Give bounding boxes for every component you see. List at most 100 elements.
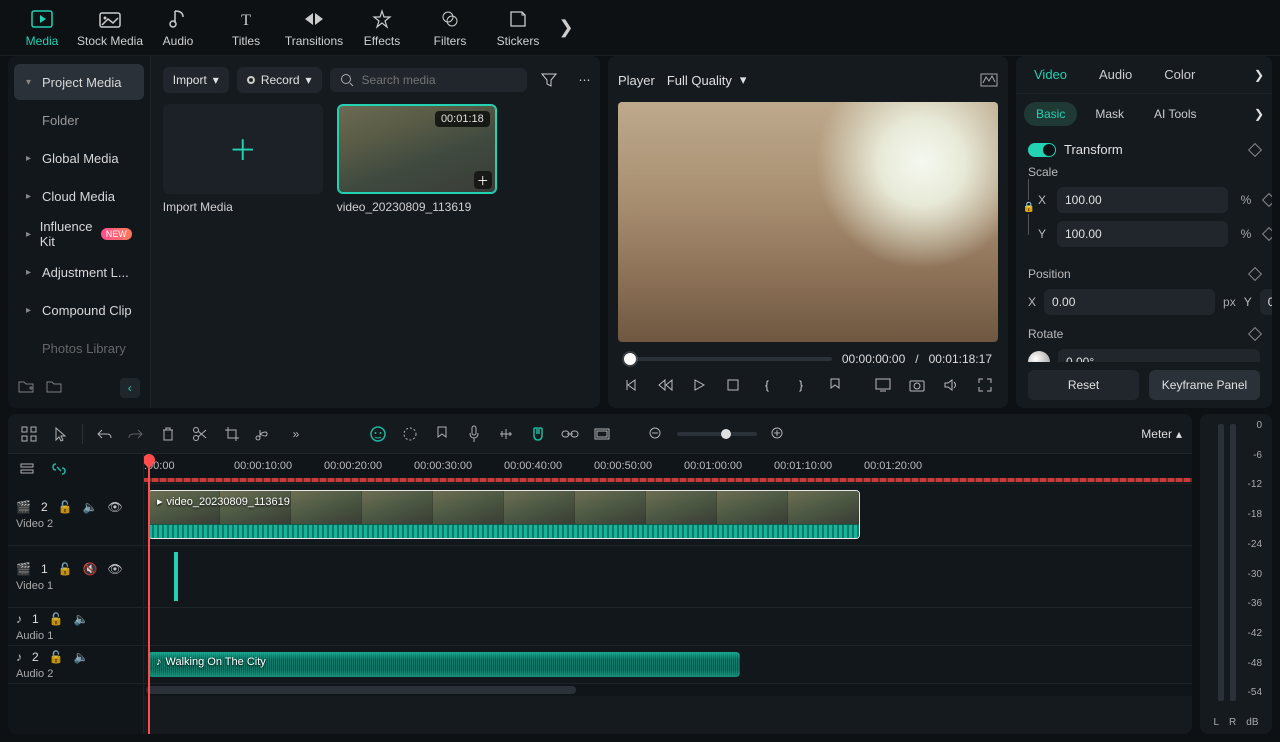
clip-audio[interactable]: ♪Walking On The City <box>148 652 740 677</box>
lock-icon[interactable]: 🔒 <box>1022 200 1036 214</box>
stop-icon[interactable] <box>724 376 742 394</box>
meter-toggle[interactable]: Meter ▴ <box>1141 427 1182 441</box>
scale-x-input[interactable] <box>1057 187 1228 213</box>
fullscreen-icon[interactable] <box>976 376 994 394</box>
tl-undo-icon[interactable] <box>93 423 115 445</box>
inspector-tabs-next-icon[interactable]: ❯ <box>1254 68 1264 82</box>
transform-toggle[interactable] <box>1028 143 1056 157</box>
sidebar-item-project-media[interactable]: ▾Project Media <box>14 64 144 100</box>
playhead[interactable] <box>148 454 150 734</box>
player-viewport[interactable] <box>618 102 998 342</box>
inspector-tab-color[interactable]: Color <box>1154 61 1205 88</box>
lock-open-icon[interactable]: 🔓 <box>49 612 64 626</box>
volume-icon[interactable] <box>942 376 960 394</box>
tab-stock-media[interactable]: Stock Media <box>76 0 144 56</box>
position-x-input[interactable] <box>1044 289 1215 315</box>
tab-audio[interactable]: Audio <box>144 0 212 56</box>
seek-bar[interactable] <box>624 357 832 361</box>
sidebar-item-global-media[interactable]: ▸Global Media <box>14 140 144 176</box>
keyframe-panel-button[interactable]: Keyframe Panel <box>1149 370 1260 400</box>
sidebar-item-photos-library[interactable]: Photos Library <box>14 330 144 366</box>
tab-media[interactable]: Media <box>8 0 76 56</box>
clip-marker[interactable] <box>174 552 178 601</box>
subtab-mask[interactable]: Mask <box>1083 102 1136 126</box>
mute-icon[interactable]: 🔈 <box>83 500 98 514</box>
prev-frame-icon[interactable] <box>622 376 640 394</box>
mute-icon[interactable]: 🔈 <box>74 612 89 626</box>
keyframe-diamond-icon[interactable] <box>1248 267 1262 281</box>
scope-icon[interactable] <box>980 73 998 87</box>
tl-stack-icon[interactable] <box>16 458 38 480</box>
tab-effects[interactable]: Effects <box>348 0 416 56</box>
subtab-basic[interactable]: Basic <box>1024 102 1077 126</box>
play-icon[interactable] <box>690 376 708 394</box>
zoom-slider[interactable] <box>677 432 757 436</box>
record-dropdown[interactable]: Record▾ <box>237 67 322 93</box>
timeline-scrollbar[interactable] <box>144 684 1192 696</box>
add-clip-icon[interactable]: ＋ <box>474 171 492 189</box>
scale-y-input[interactable] <box>1057 221 1228 247</box>
subtabs-next-icon[interactable]: ❯ <box>1254 107 1264 121</box>
sidebar-item-cloud-media[interactable]: ▸Cloud Media <box>14 178 144 214</box>
lock-open-icon[interactable]: 🔓 <box>58 562 73 576</box>
tl-link-icon[interactable] <box>559 423 581 445</box>
sidebar-item-compound-clip[interactable]: ▸Compound Clip <box>14 292 144 328</box>
track-head-video1[interactable]: 🎬1🔓🔇👁 Video 1 <box>8 546 143 608</box>
sidebar-item-folder[interactable]: Folder <box>14 102 144 138</box>
display-icon[interactable] <box>874 376 892 394</box>
top-tabs-next-icon[interactable]: ❯ <box>552 17 580 38</box>
rotate-input[interactable] <box>1058 349 1260 362</box>
more-options-icon[interactable]: ⋯ <box>571 66 599 94</box>
mute-on-icon[interactable]: 🔇 <box>83 562 98 576</box>
tl-redo-icon[interactable] <box>125 423 147 445</box>
tl-linktrack-icon[interactable] <box>48 458 70 480</box>
collapse-sidebar-icon[interactable]: ‹ <box>120 378 140 398</box>
eye-icon[interactable]: 👁 <box>108 500 123 514</box>
keyframe-diamond-icon[interactable] <box>1262 227 1272 241</box>
marker-add-icon[interactable] <box>826 376 844 394</box>
tab-transitions[interactable]: Transitions <box>280 0 348 56</box>
tl-select-icon[interactable] <box>50 423 72 445</box>
tab-titles[interactable]: T Titles <box>212 0 280 56</box>
quality-dropdown[interactable]: Full Quality▾ <box>667 72 747 88</box>
lock-open-icon[interactable]: 🔓 <box>58 500 73 514</box>
tl-speed-icon[interactable] <box>253 423 275 445</box>
tl-audio-mix-icon[interactable] <box>495 423 517 445</box>
track-audio1[interactable] <box>144 608 1192 646</box>
track-head-audio1[interactable]: ♪1🔓🔈 Audio 1 <box>8 608 143 646</box>
inspector-tab-audio[interactable]: Audio <box>1089 61 1142 88</box>
track-audio2[interactable]: ♪Walking On The City <box>144 646 1192 684</box>
rewind-icon[interactable] <box>656 376 674 394</box>
tl-crop-icon[interactable] <box>221 423 243 445</box>
media-clip-card[interactable]: 00:01:18 ＋ video_20230809_113619 <box>337 104 497 214</box>
subtab-ai-tools[interactable]: AI Tools <box>1142 102 1208 126</box>
track-head-audio2[interactable]: ♪2🔓🔈 Audio 2 <box>8 646 143 684</box>
rotate-knob[interactable] <box>1028 351 1050 362</box>
reset-button[interactable]: Reset <box>1028 370 1139 400</box>
tl-render-icon[interactable] <box>591 423 613 445</box>
tl-marker-icon[interactable] <box>431 423 453 445</box>
keyframe-diamond-icon[interactable] <box>1248 142 1262 156</box>
tl-delete-icon[interactable] <box>157 423 179 445</box>
track-video2[interactable]: ▸video_20230809_113619 <box>144 484 1192 546</box>
tl-color-icon[interactable] <box>399 423 421 445</box>
position-y-input[interactable] <box>1260 289 1272 315</box>
lock-open-icon[interactable]: 🔓 <box>49 650 64 664</box>
tl-magnet-icon[interactable] <box>527 423 549 445</box>
tab-filters[interactable]: Filters <box>416 0 484 56</box>
filter-icon[interactable] <box>535 66 563 94</box>
track-video1[interactable] <box>144 546 1192 608</box>
zoom-in-icon[interactable] <box>767 423 789 445</box>
zoom-out-icon[interactable] <box>645 423 667 445</box>
inspector-tab-video[interactable]: Video <box>1024 61 1077 88</box>
eye-icon[interactable]: 👁 <box>108 562 123 576</box>
search-input[interactable] <box>362 73 517 87</box>
clip-video[interactable]: ▸video_20230809_113619 <box>148 490 860 539</box>
timeline-ruler[interactable]: :00:00 00:00:10:00 00:00:20:00 00:00:30:… <box>144 454 1192 484</box>
tl-more-icon[interactable]: » <box>285 423 307 445</box>
sidebar-item-influence-kit[interactable]: ▸Influence KitNEW <box>14 216 144 252</box>
tl-split-icon[interactable] <box>189 423 211 445</box>
folder-icon[interactable] <box>46 379 64 397</box>
import-dropdown[interactable]: Import▾ <box>163 67 229 93</box>
tl-grid-icon[interactable] <box>18 423 40 445</box>
